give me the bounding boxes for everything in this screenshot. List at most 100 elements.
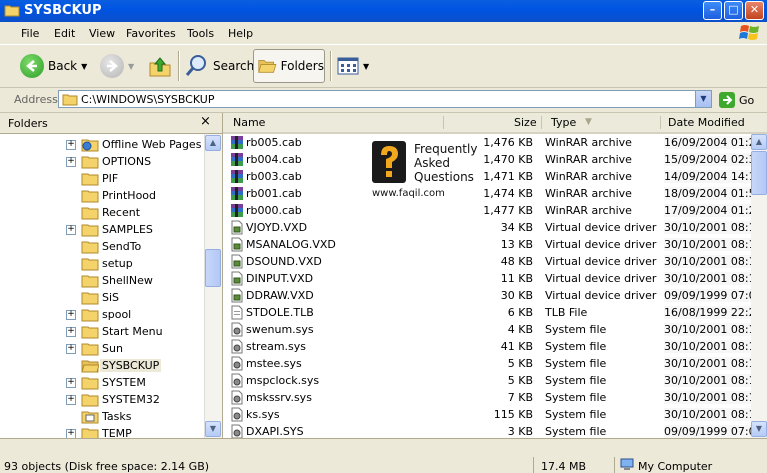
back-button[interactable]: Back ▼ [20, 49, 87, 83]
up-folder-button[interactable] [148, 49, 172, 83]
expand-toggle-icon[interactable]: + [66, 395, 76, 405]
file-row[interactable]: mstee.sys 5 KB System file 30/10/2001 08:10 [223, 355, 763, 372]
address-path: C:\WINDOWS\SYSBCKUP [81, 93, 215, 106]
menu-tools[interactable]: Tools [187, 27, 214, 40]
scroll-down-icon[interactable]: ▼ [751, 421, 767, 437]
close-button[interactable]: ✕ [745, 1, 764, 20]
file-row[interactable]: swenum.sys 4 KB System file 30/10/2001 08:1… [223, 321, 763, 338]
folder-tree-item[interactable]: + SYSTEM32 [0, 391, 204, 408]
scroll-up-icon[interactable]: ▲ [751, 134, 767, 150]
file-name: DSOUND.VXD [246, 255, 322, 268]
column-separator[interactable] [541, 116, 542, 129]
folder-tree-item[interactable]: + SYSTEM [0, 374, 204, 391]
title-bar[interactable]: SYSBCKUP – □ ✕ [0, 0, 767, 22]
file-row[interactable]: rb000.cab 1,477 KB WinRAR archive 17/09/200… [223, 202, 763, 219]
folder-tree-item[interactable]: + spool [0, 306, 204, 323]
go-button[interactable]: Go [718, 91, 754, 109]
folder-tree-item[interactable]: + SAMPLES [0, 221, 204, 238]
menu-help[interactable]: Help [228, 27, 253, 40]
menu-file[interactable]: File [21, 27, 39, 40]
address-dropdown-icon[interactable]: ▼ [695, 91, 711, 107]
column-type[interactable]: Type [551, 116, 576, 129]
scroll-down-icon[interactable]: ▼ [205, 421, 221, 437]
expand-toggle-icon[interactable]: + [66, 157, 76, 167]
expand-toggle-icon[interactable]: + [66, 429, 76, 438]
column-date-modified[interactable]: Date Modified [668, 116, 745, 129]
forward-dropdown-icon[interactable]: ▼ [128, 62, 134, 71]
my-computer-icon [620, 458, 634, 470]
column-separator[interactable] [660, 116, 661, 129]
file-list-scrollbar[interactable]: ▲ ▼ [751, 134, 767, 438]
folder-tree-item[interactable]: SendTo [0, 238, 204, 255]
file-row[interactable]: DXAPI.SYS 3 KB System file 09/09/1999 07:00 [223, 423, 763, 438]
search-button[interactable]: Search [185, 49, 254, 83]
file-row[interactable]: mspclock.sys 5 KB System file 30/10/2001 08… [223, 372, 763, 389]
folders-pane-close-icon[interactable]: × [200, 114, 211, 129]
folder-tree-item[interactable]: Tasks [0, 408, 204, 425]
folder-tree-item[interactable]: PIF [0, 170, 204, 187]
folder-tree-item[interactable]: + OPTIONS [0, 153, 204, 170]
minimize-button[interactable]: – [703, 1, 722, 20]
folder-tree-label: Recent [102, 206, 141, 219]
file-row[interactable]: mskssrv.sys 7 KB System file 30/10/2001 08:… [223, 389, 763, 406]
system-file-icon [231, 390, 243, 405]
forward-button[interactable]: ▼ [100, 49, 134, 83]
back-dropdown-icon[interactable]: ▼ [81, 62, 87, 71]
folder-tree-item[interactable]: SiS [0, 289, 204, 306]
system-file-icon [231, 339, 243, 354]
scroll-thumb[interactable] [751, 151, 767, 195]
folder-icon [81, 275, 99, 288]
file-row[interactable]: DDRAW.VXD 30 KB Virtual device driver 09/09… [223, 287, 763, 304]
scroll-up-icon[interactable]: ▲ [205, 135, 221, 151]
file-row[interactable]: rb001.cab 1,474 KB WinRAR archive 18/09/200… [223, 185, 763, 202]
menu-favorites[interactable]: Favorites [126, 27, 176, 40]
folder-tree-item[interactable]: + Sun [0, 340, 204, 357]
expand-toggle-icon[interactable]: + [66, 378, 76, 388]
file-size: 30 KB [500, 289, 533, 302]
expand-toggle-icon[interactable]: + [66, 344, 76, 354]
column-separator[interactable] [443, 116, 444, 129]
column-name[interactable]: Name [233, 116, 265, 129]
file-type: WinRAR archive [545, 136, 632, 149]
file-row[interactable]: STDOLE.TLB 6 KB TLB File 16/08/1999 22:22 [223, 304, 763, 321]
expand-toggle-icon[interactable]: + [66, 310, 76, 320]
maximize-button[interactable]: □ [724, 1, 743, 20]
file-row[interactable]: MSANALOG.VXD 13 KB Virtual device driver 30… [223, 236, 763, 253]
file-size: 5 KB [507, 357, 533, 370]
folder-tree-scrollbar[interactable]: ▲ ▼ [204, 134, 222, 438]
expand-toggle-icon[interactable]: + [66, 225, 76, 235]
file-size: 4 KB [507, 323, 533, 336]
menu-edit[interactable]: Edit [54, 27, 75, 40]
views-dropdown-icon[interactable]: ▼ [363, 62, 369, 71]
folder-tree-item[interactable]: ShellNew [0, 272, 204, 289]
file-row[interactable]: rb005.cab 1,476 KB WinRAR archive 16/09/200… [223, 134, 763, 151]
search-icon [185, 55, 206, 76]
folder-icon [81, 309, 99, 322]
folder-tree-label: SYSTEM32 [102, 393, 160, 406]
file-row[interactable]: DINPUT.VXD 11 KB Virtual device driver 30/1… [223, 270, 763, 287]
views-button[interactable]: ▼ [337, 49, 369, 83]
folder-tree-item[interactable]: setup [0, 255, 204, 272]
file-row[interactable]: stream.sys 41 KB System file 30/10/2001 08:… [223, 338, 763, 355]
file-row[interactable]: DSOUND.VXD 48 KB Virtual device driver 30/1… [223, 253, 763, 270]
file-row[interactable]: rb003.cab 1,471 KB WinRAR archive 14/09/200… [223, 168, 763, 185]
expand-toggle-icon[interactable]: + [66, 140, 76, 150]
file-row[interactable]: rb004.cab 1,470 KB WinRAR archive 15/09/200… [223, 151, 763, 168]
folder-tree-item[interactable]: PrintHood [0, 187, 204, 204]
file-name: STDOLE.TLB [246, 306, 314, 319]
file-name: DDRAW.VXD [246, 289, 314, 302]
folders-button[interactable]: Folders [253, 49, 325, 83]
scroll-thumb[interactable] [205, 249, 221, 287]
folder-tree-item[interactable]: + Start Menu [0, 323, 204, 340]
column-size[interactable]: Size [514, 116, 537, 129]
file-row[interactable]: VJOYD.VXD 34 KB Virtual device driver 30/10… [223, 219, 763, 236]
folder-tree-item[interactable]: Recent [0, 204, 204, 221]
folder-tree-item[interactable]: + TEMP [0, 425, 204, 438]
folder-tree-item[interactable]: SYSBCKUP [0, 357, 204, 374]
file-row[interactable]: ks.sys 115 KB System file 30/10/2001 08:10 [223, 406, 763, 423]
expand-toggle-icon[interactable]: + [66, 327, 76, 337]
folder-tree-label: PrintHood [102, 189, 157, 202]
menu-view[interactable]: View [89, 27, 115, 40]
address-input[interactable]: C:\WINDOWS\SYSBCKUP ▼ [58, 90, 712, 108]
folder-tree-item[interactable]: + Offline Web Pages [0, 136, 204, 153]
